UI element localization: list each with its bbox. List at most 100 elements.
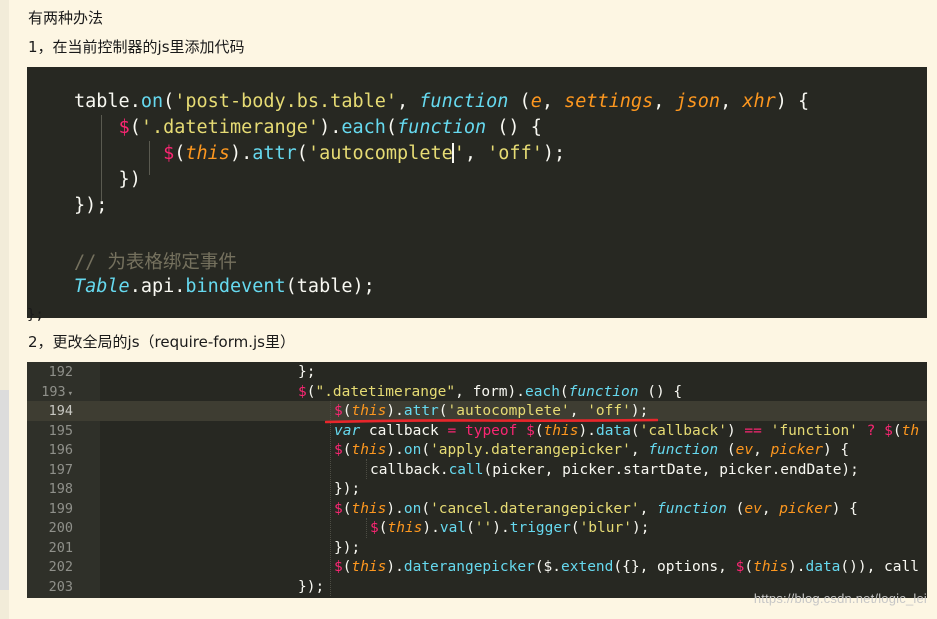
code-token: ); [542, 143, 566, 164]
code-token: = [447, 422, 457, 439]
code-token: this [185, 143, 230, 164]
code-token: this [753, 559, 789, 575]
code-token: , [639, 500, 658, 517]
code-token: () { [638, 383, 683, 400]
code-token: }); [334, 481, 361, 497]
code-token: 'apply.daterangepicker' [430, 442, 631, 458]
code-token: ) { [775, 91, 810, 112]
watermark: https://blog.csdn.net/logic_lei [753, 591, 927, 606]
indent-guide [330, 401, 332, 596]
code-token: this [351, 500, 387, 517]
line-number: 203 [33, 578, 73, 598]
trailing-brace: }; [27, 307, 44, 323]
code-token: th [901, 422, 920, 439]
code-token: ). [578, 422, 596, 439]
code-token: 'off' [587, 403, 631, 419]
code-token: $ [370, 520, 379, 536]
line-number-text: 195 [48, 422, 73, 439]
code-token: , [541, 91, 565, 112]
code-line: var callback = typeof $(this).data('call… [334, 422, 919, 442]
code-token: ). [319, 117, 342, 138]
code-block-1: table.on('post-body.bs.table', function … [27, 67, 927, 318]
line-number: 194 [33, 402, 73, 422]
line-number: 193 ▾ [33, 383, 73, 405]
code-token: attr [403, 403, 439, 419]
code-token: ) [726, 422, 745, 439]
code-token: }); [334, 539, 361, 556]
code-token: picker [770, 442, 823, 458]
code-token: 'off' [487, 143, 543, 164]
code-token: this [543, 422, 579, 439]
code-line: $('.datetimerange').each(function () { [74, 115, 542, 141]
code-token: xhr [742, 91, 776, 112]
code-token: bindevent [185, 276, 286, 297]
code-token: ".datetimerange" [315, 383, 456, 400]
code-token: table. [74, 91, 141, 112]
code-token: ). [229, 143, 253, 164]
code-token: data [805, 559, 841, 575]
code-token: ) { [822, 442, 850, 458]
code-token: ( [718, 442, 736, 458]
code-token: ( [466, 520, 475, 536]
code-token: // 为表格绑定事件 [74, 252, 237, 273]
code-token: $ [884, 422, 893, 439]
code-token: settings [564, 91, 654, 112]
code-token: ). [386, 500, 404, 517]
code-token: attr [252, 143, 297, 164]
line-number-text: 199 [48, 500, 73, 517]
intro-text: 有两种办法 [28, 9, 104, 27]
code-token: $ [298, 383, 307, 400]
step-2-text: 2，更改全局的js（require-form.js里） [28, 333, 295, 351]
line-number-text: 200 [48, 520, 73, 536]
code-token: $ [334, 559, 343, 575]
code-token: val [439, 520, 467, 536]
code-token: $ [118, 117, 130, 138]
line-number-text: 194 [48, 403, 73, 419]
code-line: }); [334, 539, 360, 559]
code-token: call [448, 461, 484, 478]
code-token: (picker, picker.startDate, picker.endDat… [483, 461, 859, 478]
line-number-text: 192 [48, 364, 73, 380]
code-token: on [403, 442, 422, 458]
code-token: ); [630, 403, 649, 419]
code-token: $ [526, 422, 535, 439]
left-scrollbar[interactable] [0, 390, 9, 590]
code-token: 'function' [770, 422, 858, 439]
code-line: }; [298, 363, 315, 383]
code-token: ( [385, 117, 398, 138]
code-token: ( [421, 442, 431, 458]
code-token: }); [298, 578, 325, 595]
code-token: ); [631, 520, 650, 536]
code-token: , [653, 91, 676, 112]
line-number-text: 198 [48, 481, 73, 497]
code-token: }; [298, 364, 316, 380]
line-number: 195 [33, 422, 73, 442]
code-token: $ [334, 500, 343, 517]
code-token: ). [386, 442, 404, 458]
code-token: callback. [370, 461, 449, 478]
code-token: , [397, 91, 420, 112]
code-token: 'autocomplete [307, 143, 453, 164]
line-number: 199 [33, 500, 73, 520]
fold-toggle-icon[interactable]: ▾ [68, 389, 73, 399]
code-token: }); [74, 195, 108, 216]
code-token: 'blur' [579, 520, 632, 536]
code-token: , [630, 442, 649, 458]
line-number: 196 [33, 441, 73, 461]
code-token: ). [788, 559, 806, 575]
line-number: 197 [33, 461, 73, 481]
code-line: }) [74, 167, 141, 193]
code-token: ). [386, 559, 404, 575]
code-token: , [720, 91, 743, 112]
code-line: $(this).attr('autocomplete', 'off'); [74, 141, 565, 167]
code-token: ( [421, 500, 431, 517]
code-token: 'post-body.bs.table' [174, 91, 398, 112]
code-token: (table); [285, 276, 375, 297]
code-token: ' [453, 143, 465, 164]
step-1-text: 1，在当前控制器的js里添加代码 [28, 38, 245, 56]
code-line: $(this).on('apply.daterangepicker', func… [334, 441, 849, 461]
code-token: this [387, 520, 423, 536]
